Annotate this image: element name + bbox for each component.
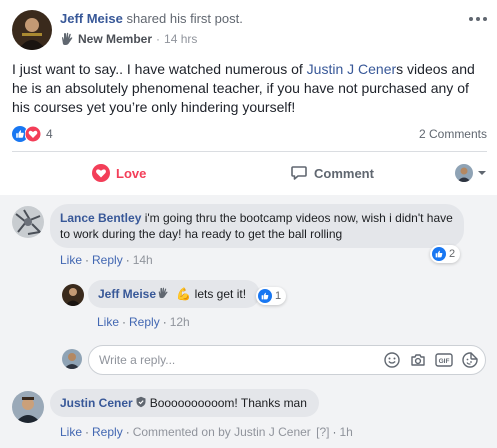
separator-dot: · (156, 32, 161, 46)
reply-link[interactable]: Reply (92, 425, 123, 439)
current-user-avatar (455, 164, 473, 182)
camera-icon[interactable] (409, 351, 427, 369)
like-link[interactable]: Like (60, 253, 82, 267)
comment-actions: Like · Reply · 14h (60, 253, 153, 267)
commenter-avatar[interactable] (12, 391, 44, 423)
comment-actions: Like · Reply · Commented on by Justin J Cene… (60, 425, 353, 439)
post-mention[interactable]: Justin J Cener (307, 61, 396, 77)
author-name[interactable]: Jeff Meise (60, 11, 123, 26)
svg-text:GIF: GIF (439, 358, 450, 365)
love-button-label: Love (116, 165, 147, 181)
comment-bubble: Justin Cener Boooooooooom! Thanks man (50, 389, 319, 417)
comments-section: Lance Bentley i'm going thru the bootcam… (0, 195, 497, 448)
reply-bubble: Jeff Meise 💪 lets get it! (88, 280, 261, 308)
post-time[interactable]: 14 hrs (164, 31, 197, 47)
post-text-start: I just want to say.. I have watched nume… (12, 61, 307, 77)
wave-hand-icon (62, 32, 73, 45)
comment-reactions[interactable]: 2 (430, 245, 461, 263)
comment-item: Lance Bentley i'm going thru the bootcam… (0, 195, 497, 267)
chevron-down-icon (478, 171, 486, 175)
commenter-name[interactable]: Justin Cener (60, 396, 133, 410)
replier-name[interactable]: Jeff Meise (98, 287, 156, 301)
like-link[interactable]: Like (97, 315, 119, 329)
member-badge[interactable]: New Member (78, 31, 152, 47)
reaction-icons[interactable] (12, 126, 48, 142)
comment-text: Boooooooooom! Thanks man (149, 396, 307, 410)
post-body: I just want to say.. I have watched nume… (12, 60, 490, 117)
post-header: Jeff Meise shared his first post. New Me… (12, 10, 487, 54)
commenter-avatar[interactable] (12, 206, 44, 238)
help-link[interactable]: [?] (316, 425, 329, 439)
replier-avatar[interactable] (62, 284, 84, 306)
reply-link[interactable]: Reply (92, 253, 123, 267)
comment-button[interactable]: Comment (290, 157, 374, 189)
author-avatar[interactable] (12, 10, 52, 50)
love-icon (92, 164, 110, 182)
comment-time[interactable]: 14h (133, 253, 153, 267)
author-line: Jeff Meise shared his first post. (60, 11, 243, 27)
post-as-selector[interactable] (455, 164, 487, 182)
admin-shield-icon (136, 396, 146, 408)
reply-composer: GIF (88, 345, 486, 375)
post-action-bar: Love Comment (12, 157, 487, 189)
reply-reactions[interactable]: 1 (256, 287, 287, 305)
reaction-count[interactable]: 4 (46, 127, 53, 141)
divider (12, 151, 487, 152)
comment-bubble: Lance Bentley i'm going thru the bootcam… (50, 204, 464, 248)
reply-item: Jeff Meise 💪 lets get it! 1 Like · Reply · 1… (0, 275, 497, 331)
emoji-icon[interactable] (383, 351, 401, 369)
wave-hand-icon (158, 287, 168, 299)
commented-on-by: Commented on by Justin J Cener (132, 425, 311, 439)
reply-actions: Like · Reply · 12h (97, 315, 190, 329)
comment-reaction-count: 2 (449, 248, 456, 260)
shared-text: shared his first post. (126, 11, 243, 26)
commenter-name[interactable]: Lance Bentley (60, 211, 141, 225)
comment-item: Justin Cener Boooooooooom! Thanks man Li… (0, 383, 497, 448)
comment-time[interactable]: 1h (339, 425, 352, 439)
comment-count-link[interactable]: 2 Comments (419, 127, 487, 141)
comment-button-label: Comment (314, 165, 374, 181)
love-button[interactable]: Love (92, 157, 146, 189)
reply-link[interactable]: Reply (129, 315, 160, 329)
like-reaction-icon (432, 247, 446, 261)
reactions-summary: 4 2 Comments (12, 124, 487, 144)
reply-text: lets get it! (194, 287, 247, 301)
post-meta: New Member · 14 hrs (60, 31, 197, 47)
like-link[interactable]: Like (60, 425, 82, 439)
flexed-biceps-emoji: 💪 (176, 287, 192, 301)
current-user-avatar (62, 349, 82, 369)
sticker-icon[interactable] (461, 351, 479, 369)
more-options-icon[interactable] (469, 12, 487, 26)
gif-icon[interactable]: GIF (435, 351, 453, 369)
reply-time[interactable]: 12h (170, 315, 190, 329)
comment-icon (291, 166, 307, 180)
composer-tools: GIF (383, 351, 479, 369)
reply-input[interactable] (99, 346, 359, 374)
reply-reaction-count: 1 (275, 290, 282, 302)
love-reaction-icon (25, 126, 41, 142)
like-reaction-icon (258, 289, 272, 303)
